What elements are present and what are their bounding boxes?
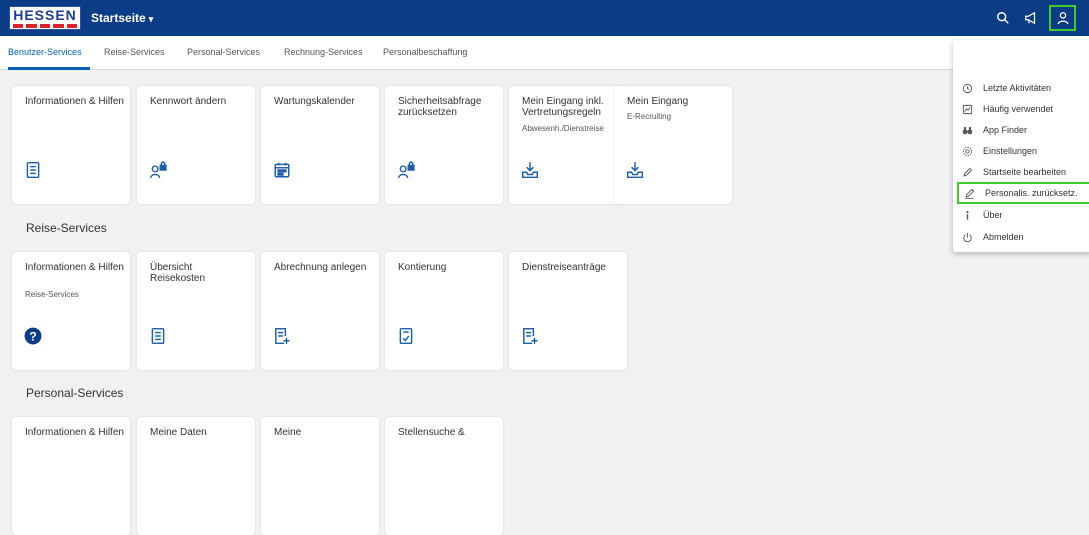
add-document-icon xyxy=(273,327,293,347)
menu-item-label: Abmelden xyxy=(983,232,1024,242)
tile-mein-eingang-erecruiting[interactable]: Mein Eingang E-Recruiting xyxy=(614,86,732,204)
section-title-personal-services: Personal-Services xyxy=(26,386,124,400)
menu-item-label: Häufig verwendet xyxy=(983,104,1054,114)
menu-item-label: Startseite bearbeiten xyxy=(983,167,1067,177)
tile-subtitle: Reise-Services xyxy=(25,290,79,299)
shell-bar: HESSEN Startseite ▾ xyxy=(0,0,1089,36)
tile-title: Mein Eingang xyxy=(627,96,689,107)
tab-rechnung-services[interactable]: Rechnung-Services xyxy=(284,47,363,57)
tile-mein-eingang-vertretung[interactable]: Mein Eingang inkl. Vertretungsregeln Abw… xyxy=(509,86,627,204)
hessen-logo[interactable]: HESSEN xyxy=(9,6,81,30)
frequent-icon xyxy=(961,103,973,115)
list-icon xyxy=(24,161,44,181)
active-tab-indicator xyxy=(8,67,90,70)
pencil-reset-icon xyxy=(963,187,975,199)
section-title-reise-services: Reise-Services xyxy=(26,221,107,235)
tile-title: Kontierung xyxy=(398,262,447,273)
tile-title: Kennwort ändern xyxy=(150,96,227,107)
menu-item-label: Einstellungen xyxy=(983,146,1038,156)
tile-subtitle: Abwesenh./Dienstreise xyxy=(522,124,604,133)
help-circle-icon: ? xyxy=(24,327,44,347)
section-tab-bar: Benutzer-Services Reise-Services Persona… xyxy=(0,36,1089,70)
tile-title: Informationen & Hilfen xyxy=(25,96,124,107)
menu-item-ueber[interactable]: Über xyxy=(957,206,1089,224)
tile-meine[interactable]: Meine xyxy=(261,417,379,535)
tile-title: Abrechnung anlegen xyxy=(274,262,367,273)
menu-item-haeufig-verwendet[interactable]: Häufig verwendet xyxy=(957,100,1089,118)
history-icon xyxy=(961,82,973,94)
logo-text: HESSEN xyxy=(13,7,77,23)
user-profile-button[interactable] xyxy=(1049,5,1076,31)
menu-item-label: Letzte Aktivitäten xyxy=(983,83,1052,93)
tile-reise-informationen-hilfen[interactable]: Informationen & Hilfen Reise-Services ? xyxy=(12,252,130,370)
tile-stellensuche[interactable]: Stellensuche & xyxy=(385,417,503,535)
calendar-icon xyxy=(273,161,293,181)
info-icon xyxy=(961,209,973,221)
add-document-icon xyxy=(521,327,541,347)
list-icon xyxy=(149,327,169,347)
tile-dienstreiseantraege[interactable]: Dienstreiseanträge xyxy=(509,252,627,370)
tile-title: Meine xyxy=(274,427,302,438)
binoculars-icon xyxy=(961,124,973,136)
search-icon[interactable] xyxy=(994,9,1012,27)
tile-title: Dienstreiseanträge xyxy=(522,262,606,273)
tile-meine-daten[interactable]: Meine Daten xyxy=(137,417,255,535)
menu-item-startseite-bearbeiten[interactable]: Startseite bearbeiten xyxy=(957,163,1089,181)
menu-item-personalisierung-zuruecksetzen[interactable]: Personalis. zurücksetz. xyxy=(957,182,1089,204)
menu-item-letzte-aktivitaeten[interactable]: Letzte Aktivitäten xyxy=(957,79,1089,97)
inbox-download-icon xyxy=(626,161,646,181)
home-title-menu[interactable]: Startseite ▾ xyxy=(91,11,153,25)
user-icon xyxy=(1057,12,1068,25)
tile-sicherheitsabfrage[interactable]: Sicherheitsabfrage zurücksetzen xyxy=(385,86,503,204)
pencil-icon xyxy=(961,166,973,178)
notifications-megaphone-icon[interactable] xyxy=(1022,9,1040,27)
tile-title: Stellensuche & xyxy=(398,427,465,438)
tile-kontierung[interactable]: Kontierung xyxy=(385,252,503,370)
tab-personal-services[interactable]: Personal-Services xyxy=(187,47,260,57)
tile-title: Informationen & Hilfen xyxy=(25,427,124,438)
user-lock-icon xyxy=(149,161,169,181)
inbox-download-icon xyxy=(521,161,541,181)
gear-icon xyxy=(961,145,973,157)
menu-item-einstellungen[interactable]: Einstellungen xyxy=(957,142,1089,160)
chevron-down-icon: ▾ xyxy=(148,14,154,24)
power-icon xyxy=(961,231,973,243)
user-lock-icon xyxy=(397,161,417,181)
logo-stripe xyxy=(13,24,78,28)
tile-subtitle: E-Recruiting xyxy=(627,112,672,121)
tile-wartungskalender[interactable]: Wartungskalender xyxy=(261,86,379,204)
tile-informationen-hilfen[interactable]: Informationen & Hilfen xyxy=(12,86,130,204)
tile-title: Informationen & Hilfen xyxy=(25,262,124,273)
menu-item-label: Personalis. zurücksetz. xyxy=(985,188,1078,198)
tile-title: Wartungskalender xyxy=(274,96,355,107)
tile-abrechnung-anlegen[interactable]: Abrechnung anlegen xyxy=(261,252,379,370)
menu-item-label: Über xyxy=(983,210,1003,220)
tile-title: Sicherheitsabfrage zurücksetzen xyxy=(398,96,482,118)
tile-uebersicht-reisekosten[interactable]: Übersicht Reisekosten xyxy=(137,252,255,370)
menu-item-abmelden[interactable]: Abmelden xyxy=(957,228,1089,246)
menu-item-app-finder[interactable]: App Finder xyxy=(957,121,1089,139)
tile-title: Übersicht Reisekosten xyxy=(150,262,206,284)
tile-title: Mein Eingang inkl. Vertretungsregeln xyxy=(522,96,604,118)
menu-item-label: App Finder xyxy=(983,125,1028,135)
svg-text:?: ? xyxy=(29,330,37,344)
tile-personal-informationen-hilfen[interactable]: Informationen & Hilfen xyxy=(12,417,130,535)
home-title: Startseite xyxy=(91,11,146,25)
tile-title: Meine Daten xyxy=(150,427,207,438)
tab-benutzer-services[interactable]: Benutzer-Services xyxy=(8,47,82,57)
tab-personalbeschaffung[interactable]: Personalbeschaffung xyxy=(383,47,467,57)
tile-kennwort-aendern[interactable]: Kennwort ändern xyxy=(137,86,255,204)
checklist-document-icon xyxy=(397,327,417,347)
tab-reise-services[interactable]: Reise-Services xyxy=(104,47,165,57)
